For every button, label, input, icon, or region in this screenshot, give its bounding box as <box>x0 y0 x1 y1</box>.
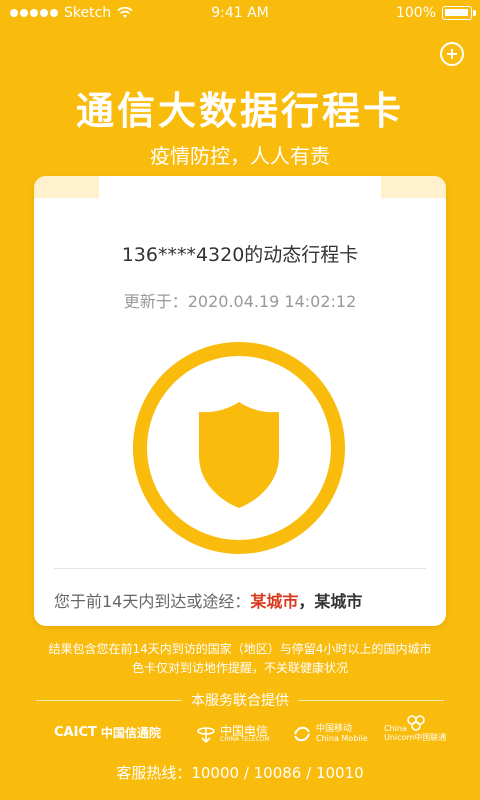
disclaimer: 结果包含您在前14天内到访的国家（地区）与停留4小时以上的国内城市 色卡仅对到访… <box>0 640 480 678</box>
city-1: 某城市 <box>250 592 299 611</box>
mobile-icon <box>294 726 310 742</box>
route-line: 您于前14天内到达或途经：某城市，某城市 <box>54 588 426 612</box>
mobile-logo: 中国移动 China Mobile <box>292 724 368 744</box>
telecom-icon <box>197 727 215 744</box>
page-subtitle: 疫情防控，人人有责 <box>150 144 330 168</box>
battery-group: 100% <box>395 5 476 21</box>
route-label: 您于前14天内到达或途经： <box>54 592 251 611</box>
status-bar: Sketch 9:41 AM 100% <box>0 0 480 28</box>
caict-logo: CAICT 中国信通院 <box>54 724 161 741</box>
unicom-logo: China Unicom中国联通 <box>384 715 447 742</box>
provider-logos: CAICT 中国信通院 中国电信 CHINA TELECOM 中国移动 Chin… <box>0 715 480 750</box>
unicom-knot-icon <box>407 715 425 731</box>
card-tab <box>99 176 381 216</box>
telecom-logo: 中国电信 CHINA TELECOM <box>196 724 270 744</box>
divider-right <box>298 700 444 701</box>
status-badge <box>133 342 345 554</box>
mobile-en: China Mobile <box>316 734 368 743</box>
city-2: 某城市 <box>314 592 363 611</box>
page-title: 通信大数据行程卡 <box>75 89 404 133</box>
disclaimer-line-1: 结果包含您在前14天内到访的国家（地区）与停留4小时以上的国内城市 <box>48 642 432 656</box>
disclaimer-line-2: 色卡仅对到访地作提醒，不关联健康状况 <box>131 661 348 675</box>
card-divider <box>54 568 426 569</box>
itinerary-card: 136****4320的动态行程卡 更新于：2020.04.19 14:02:1… <box>34 176 446 626</box>
telecom-cn: 中国电信 <box>220 723 269 738</box>
unicom-en-2: Unicom中国联通 <box>384 733 447 742</box>
shield-icon <box>199 402 279 508</box>
providers-heading-row: 本服务联合提供 <box>0 690 480 710</box>
battery-level <box>445 9 468 16</box>
hotline: 客服热线：10000 / 10086 / 10010 <box>116 764 364 782</box>
plus-icon[interactable] <box>440 42 464 66</box>
mobile-cn: 中国移动 <box>316 724 353 734</box>
caict-en: CAICT <box>54 725 97 740</box>
telecom-en: CHINA TELECOM <box>220 735 270 743</box>
city-separator: ， <box>298 592 315 611</box>
battery-icon <box>442 6 476 20</box>
battery-percent: 100% <box>395 5 436 21</box>
caict-cn: 中国信通院 <box>100 726 161 740</box>
card-update-time: 更新于：2020.04.19 14:02:12 <box>123 292 357 311</box>
card-phone-title: 136****4320的动态行程卡 <box>121 244 359 266</box>
